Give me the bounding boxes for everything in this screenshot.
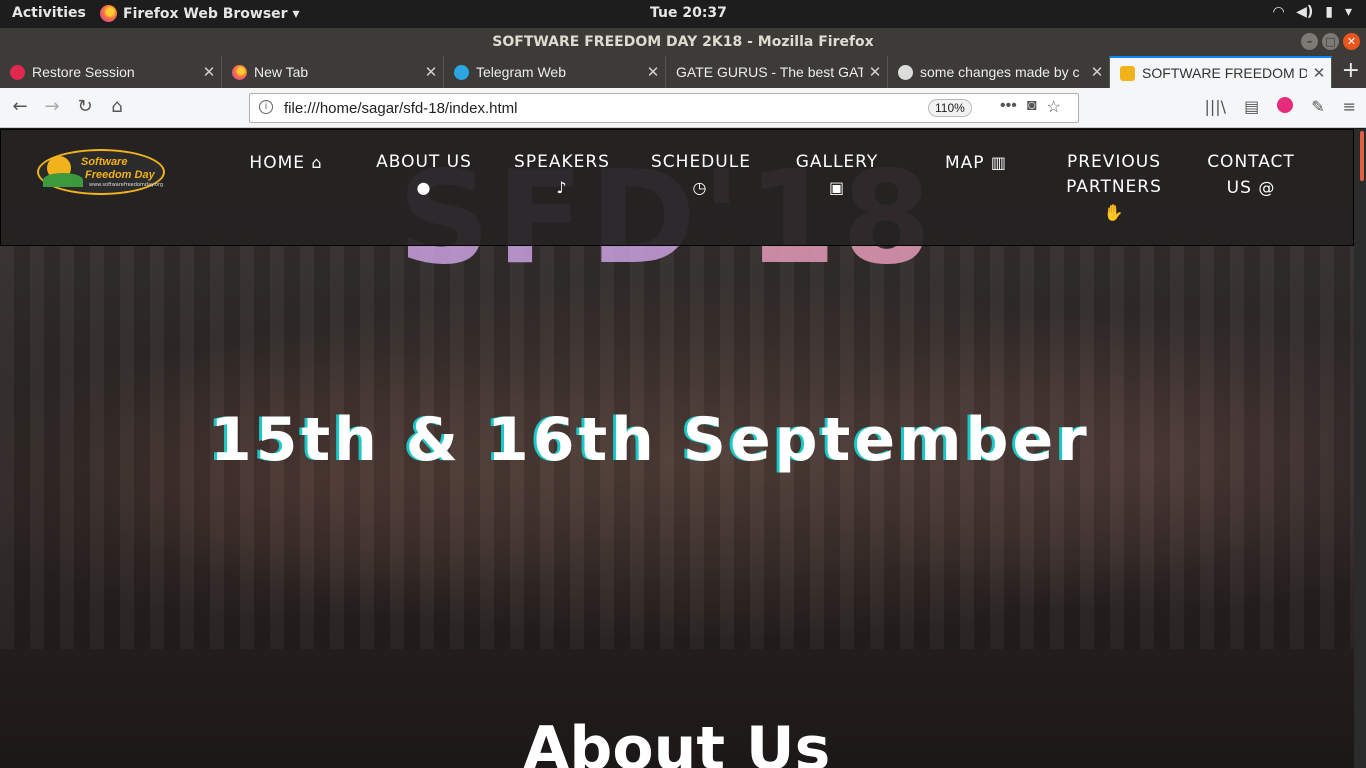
maximize-button[interactable]: □	[1322, 33, 1339, 50]
wifi-icon[interactable]: ◠	[1273, 4, 1284, 20]
nav-map[interactable]: MAP ▥	[941, 150, 1011, 176]
window-title-bar: SOFTWARE FREEDOM DAY 2K18 - Mozilla Fire…	[0, 28, 1366, 56]
zoom-indicator[interactable]: 110%	[928, 99, 972, 117]
url-bar[interactable]: i file:///home/sagar/sfd-18/index.html 1…	[249, 93, 1079, 123]
scrollbar-thumb[interactable]	[1360, 131, 1364, 181]
web-page: SFD'18 Software Freedom Day www.software…	[0, 129, 1366, 768]
tab-label: GATE GURUS - The best GAT	[676, 64, 863, 80]
pocket-icon[interactable]: ◙	[1027, 97, 1037, 117]
nav-about-us[interactable]: ABOUT US ●	[375, 150, 473, 201]
nav-label: SPEAKERS	[514, 152, 610, 172]
home-icon: ⌂	[311, 153, 323, 172]
microphone-icon: ♪	[556, 178, 568, 197]
telegram-icon	[454, 64, 469, 80]
clock[interactable]: Tue 20:37	[650, 5, 727, 21]
tab-github[interactable]: some changes made by c ✕	[888, 56, 1110, 88]
close-icon[interactable]: ✕	[1085, 63, 1109, 81]
map-icon: ▥	[990, 153, 1008, 172]
tab-label: Telegram Web	[476, 64, 567, 80]
eyedropper-icon[interactable]: ✎	[1311, 97, 1324, 116]
system-top-bar: Activities Firefox Web Browser ▾ Tue 20:…	[0, 0, 1366, 28]
image-icon: ▣	[828, 178, 846, 197]
window-title: SOFTWARE FREEDOM DAY 2K18 - Mozilla Fire…	[492, 34, 874, 50]
nav-label: MAP	[944, 153, 985, 173]
app-menu-label: Firefox Web Browser ▾	[123, 5, 300, 22]
alert-icon	[10, 64, 25, 80]
tab-new-tab[interactable]: New Tab ✕	[222, 56, 444, 88]
site-navbar: Software Freedom Day www.softwarefreedom…	[0, 129, 1354, 246]
extension-icon[interactable]	[1277, 97, 1294, 113]
back-button[interactable]: ←	[8, 96, 32, 117]
tab-restore-session[interactable]: Restore Session ✕	[0, 56, 222, 88]
nav-label: CONTACT US	[1207, 152, 1295, 198]
nav-label: HOME	[249, 153, 305, 173]
tab-strip: Restore Session ✕ New Tab ✕ Telegram Web…	[0, 56, 1366, 88]
nav-gallery[interactable]: GALLERY ▣	[785, 150, 889, 201]
nav-toolbar: ← → ↻ ⌂ i file:///home/sagar/sfd-18/inde…	[0, 88, 1366, 128]
system-tray[interactable]: ◠ ◀) ▮ ▾	[1273, 4, 1352, 20]
menu-icon[interactable]: ≡	[1343, 97, 1356, 116]
tab-label: SOFTWARE FREEDOM DA	[1142, 65, 1307, 81]
close-window-button[interactable]: ✕	[1343, 33, 1360, 50]
at-icon: @	[1258, 178, 1276, 197]
user-icon: ●	[416, 178, 432, 197]
minimize-button[interactable]: –	[1301, 33, 1318, 50]
firefox-icon	[100, 5, 117, 22]
activities-button[interactable]: Activities	[12, 5, 86, 21]
nav-schedule[interactable]: SCHEDULE ◷	[651, 150, 751, 201]
nav-home[interactable]: HOME ⌂	[243, 150, 329, 176]
bookmark-star-icon[interactable]: ☆	[1046, 97, 1060, 117]
nav-contact-us[interactable]: CONTACT US @	[1207, 150, 1295, 201]
page-actions-icon[interactable]: •••	[1000, 97, 1017, 117]
battery-icon[interactable]: ▮	[1325, 4, 1333, 20]
app-menu[interactable]: Firefox Web Browser ▾	[100, 5, 299, 22]
forward-button[interactable]: →	[40, 96, 64, 117]
power-icon[interactable]: ▾	[1345, 4, 1352, 20]
nav-label: SCHEDULE	[651, 152, 751, 172]
clock-icon: ◷	[692, 178, 708, 197]
tab-label: New Tab	[254, 64, 309, 80]
page-scrollbar[interactable]	[1354, 129, 1366, 768]
nav-label: PREVIOUS PARTNERS	[1066, 152, 1162, 197]
tab-label: Restore Session	[32, 64, 135, 80]
tab-telegram[interactable]: Telegram Web ✕	[444, 56, 666, 88]
home-button[interactable]: ⌂	[105, 96, 129, 117]
handshake-icon: ✋	[1103, 203, 1125, 222]
tab-label: some changes made by c	[920, 64, 1080, 80]
new-tab-button[interactable]: +	[1342, 60, 1360, 82]
hill-icon	[43, 173, 83, 187]
logo-text-line2: Freedom Day	[85, 169, 155, 181]
close-icon[interactable]: ✕	[197, 63, 221, 81]
github-icon	[898, 64, 913, 80]
nav-previous-partners[interactable]: PREVIOUS PARTNERS ✋	[1063, 150, 1165, 226]
close-icon[interactable]: ✕	[641, 63, 665, 81]
nav-label: GALLERY	[795, 152, 879, 172]
about-us-heading: About Us	[523, 714, 831, 768]
volume-icon[interactable]: ◀)	[1296, 4, 1313, 20]
close-icon[interactable]: ✕	[1307, 64, 1331, 82]
logo-text-line3: www.softwarefreedomday.org	[89, 182, 164, 188]
nav-label: ABOUT US	[376, 152, 472, 172]
library-icon[interactable]: |||\	[1205, 97, 1227, 116]
sidebar-icon[interactable]: ▤	[1244, 97, 1259, 116]
close-icon[interactable]: ✕	[863, 63, 887, 81]
tab-gate-gurus[interactable]: GATE GURUS - The best GAT ✕	[666, 56, 888, 88]
firefox-icon	[232, 64, 247, 80]
tab-sfd-active[interactable]: SOFTWARE FREEDOM DA ✕	[1110, 56, 1332, 88]
info-icon[interactable]: i	[259, 100, 273, 114]
logo-text-line1: Software	[81, 156, 128, 168]
close-icon[interactable]: ✕	[419, 63, 443, 81]
event-dates: 15th & 16th September	[210, 405, 1091, 475]
sfd-icon	[1120, 65, 1135, 81]
sfd-logo[interactable]: Software Freedom Day www.softwarefreedom…	[37, 149, 165, 195]
nav-speakers[interactable]: SPEAKERS ♪	[509, 150, 615, 201]
reload-button[interactable]: ↻	[73, 96, 97, 117]
url-text[interactable]: file:///home/sagar/sfd-18/index.html	[284, 100, 517, 117]
